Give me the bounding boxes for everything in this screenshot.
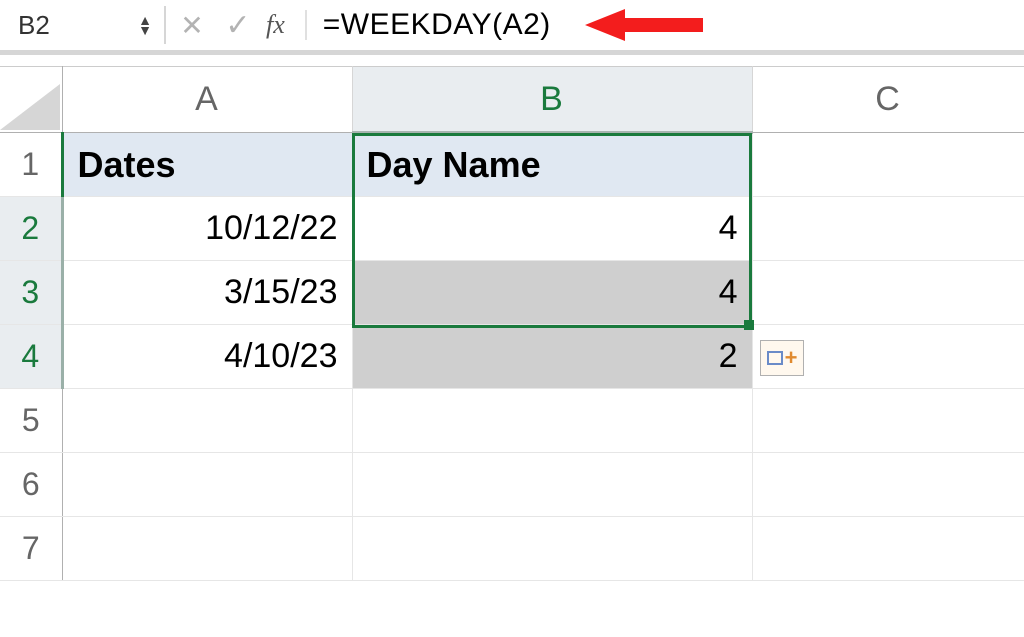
cell-A2[interactable]: 10/12/22 <box>62 197 352 261</box>
cancel-formula-button: ✕ <box>172 6 212 44</box>
column-header-B[interactable]: B <box>352 67 752 133</box>
row-header-2[interactable]: 2 <box>0 197 62 261</box>
cell-C6[interactable] <box>752 453 1024 517</box>
cell-C3[interactable] <box>752 261 1024 325</box>
cell-A4[interactable]: 4/10/23 <box>62 325 352 389</box>
formula-bar: B2 ▲ ▼ ✕ ✓ fx =WEEKDAY(A2) <box>0 0 1024 54</box>
close-icon: ✕ <box>180 9 203 42</box>
cell-A1[interactable]: Dates <box>62 133 352 197</box>
cell-A5[interactable] <box>62 389 352 453</box>
cell-B7[interactable] <box>352 517 752 581</box>
name-box-stepper[interactable]: ▲ ▼ <box>138 15 152 35</box>
name-box[interactable]: B2 ▲ ▼ <box>6 6 166 44</box>
column-header-C[interactable]: C <box>752 67 1024 133</box>
plus-icon: + <box>785 351 798 365</box>
cell-C7[interactable] <box>752 517 1024 581</box>
cell-C2[interactable] <box>752 197 1024 261</box>
row-header-3[interactable]: 3 <box>0 261 62 325</box>
column-header-A[interactable]: A <box>62 67 352 133</box>
cell-B1[interactable]: Day Name <box>352 133 752 197</box>
row-header-7[interactable]: 7 <box>0 517 62 581</box>
toolbar-gap <box>0 54 1024 66</box>
callout-arrow-icon <box>585 3 705 47</box>
row-header-1[interactable]: 1 <box>0 133 62 197</box>
row-header-4[interactable]: 4 <box>0 325 62 389</box>
check-icon: ✓ <box>225 8 250 43</box>
fx-label[interactable]: fx <box>264 10 293 40</box>
autofill-options-button[interactable]: + <box>760 340 804 376</box>
cell-C5[interactable] <box>752 389 1024 453</box>
cell-C1[interactable] <box>752 133 1024 197</box>
spreadsheet: A B C 1 Dates Day Name 2 10/12/22 4 3 3/… <box>0 66 1024 581</box>
formula-input[interactable]: =WEEKDAY(A2) <box>323 8 551 42</box>
stepper-down-icon[interactable]: ▼ <box>138 25 152 35</box>
row-header-5[interactable]: 5 <box>0 389 62 453</box>
cell-B6[interactable] <box>352 453 752 517</box>
cell-B2[interactable]: 4 <box>352 197 752 261</box>
cell-B4[interactable]: 2 <box>352 325 752 389</box>
row-header-6[interactable]: 6 <box>0 453 62 517</box>
cell-A6[interactable] <box>62 453 352 517</box>
autofill-box-icon <box>767 351 783 365</box>
confirm-formula-button: ✓ <box>218 6 258 44</box>
divider <box>305 10 307 40</box>
cell-A7[interactable] <box>62 517 352 581</box>
select-all-corner[interactable] <box>0 67 62 133</box>
cell-A3[interactable]: 3/15/23 <box>62 261 352 325</box>
select-all-triangle-icon <box>0 84 60 130</box>
cell-B3[interactable]: 4 <box>352 261 752 325</box>
cell-B5[interactable] <box>352 389 752 453</box>
cell-reference: B2 <box>18 10 50 41</box>
grid[interactable]: A B C 1 Dates Day Name 2 10/12/22 4 3 3/… <box>0 66 1024 581</box>
